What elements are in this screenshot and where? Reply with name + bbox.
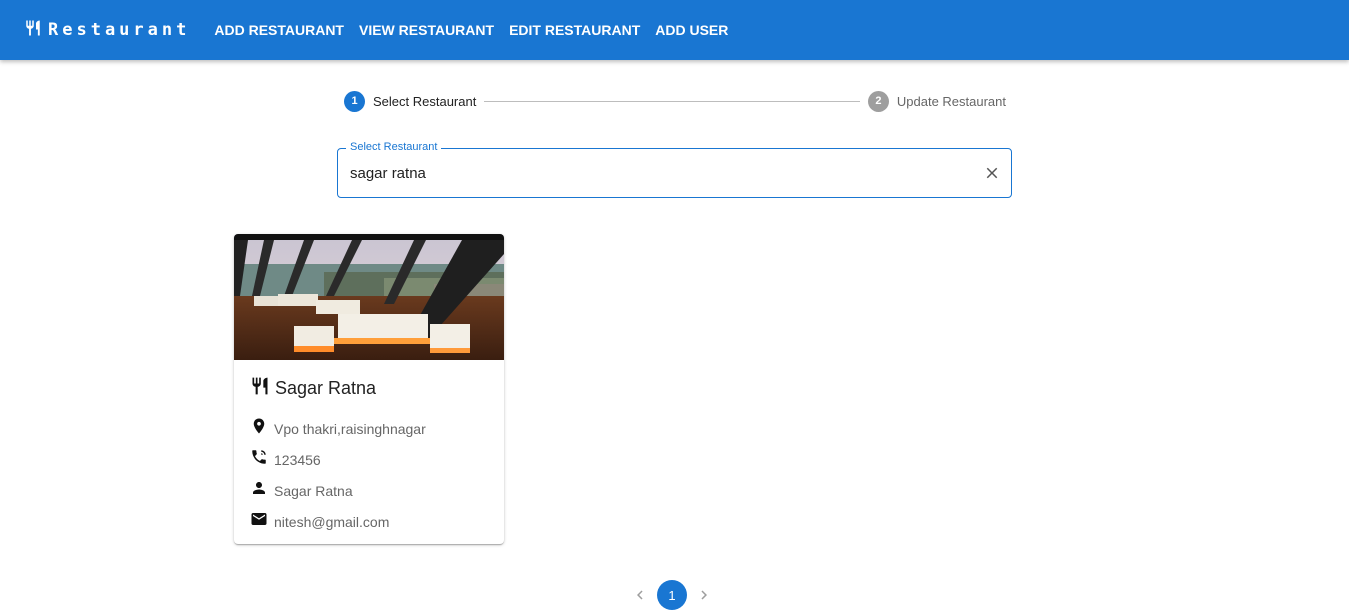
brand-title: Restaurant: [48, 20, 191, 40]
select-restaurant-label: Select Restaurant: [346, 141, 442, 153]
close-icon[interactable]: [983, 164, 1001, 182]
restaurant-address: Vpo thakri,raisinghnagar: [274, 420, 426, 437]
restaurant-icon: [24, 19, 42, 42]
nav-view-restaurant[interactable]: VIEW RESTAURANT: [359, 22, 494, 38]
step-number: 2: [867, 90, 889, 112]
restaurant-name: Sagar Ratna: [275, 378, 377, 398]
restaurant-card[interactable]: Sagar Ratna Vpo thakri,raisinghnagar 123…: [234, 234, 504, 544]
nav-add-restaurant[interactable]: ADD RESTAURANT: [214, 22, 344, 38]
mail-icon: [250, 510, 268, 533]
email-row: nitesh@gmail.com: [250, 506, 488, 537]
nav-menu: ADD RESTAURANT VIEW RESTAURANT EDIT REST…: [214, 22, 743, 38]
step-connector: [484, 100, 860, 102]
phone-icon: [250, 448, 268, 471]
brand[interactable]: Restaurant: [24, 19, 190, 42]
stepper: 1 Select Restaurant 2 Update Restaurant: [344, 90, 1006, 112]
page-1-button[interactable]: 1: [657, 580, 687, 610]
step-update-restaurant: 2 Update Restaurant: [867, 90, 1006, 112]
step-number: 1: [344, 90, 365, 112]
restaurant-icon: [250, 376, 270, 401]
phone-row: 123456: [250, 444, 488, 475]
chevron-right-icon[interactable]: [690, 581, 718, 609]
pagination: 1: [626, 580, 726, 610]
address-row: Vpo thakri,raisinghnagar: [250, 413, 488, 444]
restaurant-owner: Sagar Ratna: [274, 482, 353, 499]
step-label: Update Restaurant: [896, 93, 1006, 109]
nav-edit-restaurant[interactable]: EDIT RESTAURANT: [509, 22, 640, 38]
select-restaurant-value[interactable]: sagar ratna: [350, 165, 426, 182]
card-content: Sagar Ratna Vpo thakri,raisinghnagar 123…: [234, 360, 504, 537]
select-restaurant-field[interactable]: Select Restaurant sagar ratna: [337, 141, 1012, 198]
restaurant-phone: 123456: [274, 451, 321, 468]
chevron-left-icon[interactable]: [626, 581, 654, 609]
restaurant-email: nitesh@gmail.com: [274, 513, 390, 530]
step-label: Select Restaurant: [373, 93, 477, 109]
nav-add-user[interactable]: ADD USER: [655, 22, 728, 38]
app-bar: Restaurant ADD RESTAURANT VIEW RESTAURAN…: [0, 0, 1349, 60]
restaurant-image: [234, 234, 504, 360]
owner-row: Sagar Ratna: [250, 475, 488, 506]
step-select-restaurant: 1 Select Restaurant: [344, 90, 477, 112]
location-pin-icon: [250, 417, 268, 440]
person-icon: [250, 479, 268, 502]
card-title-row: Sagar Ratna: [250, 376, 488, 401]
